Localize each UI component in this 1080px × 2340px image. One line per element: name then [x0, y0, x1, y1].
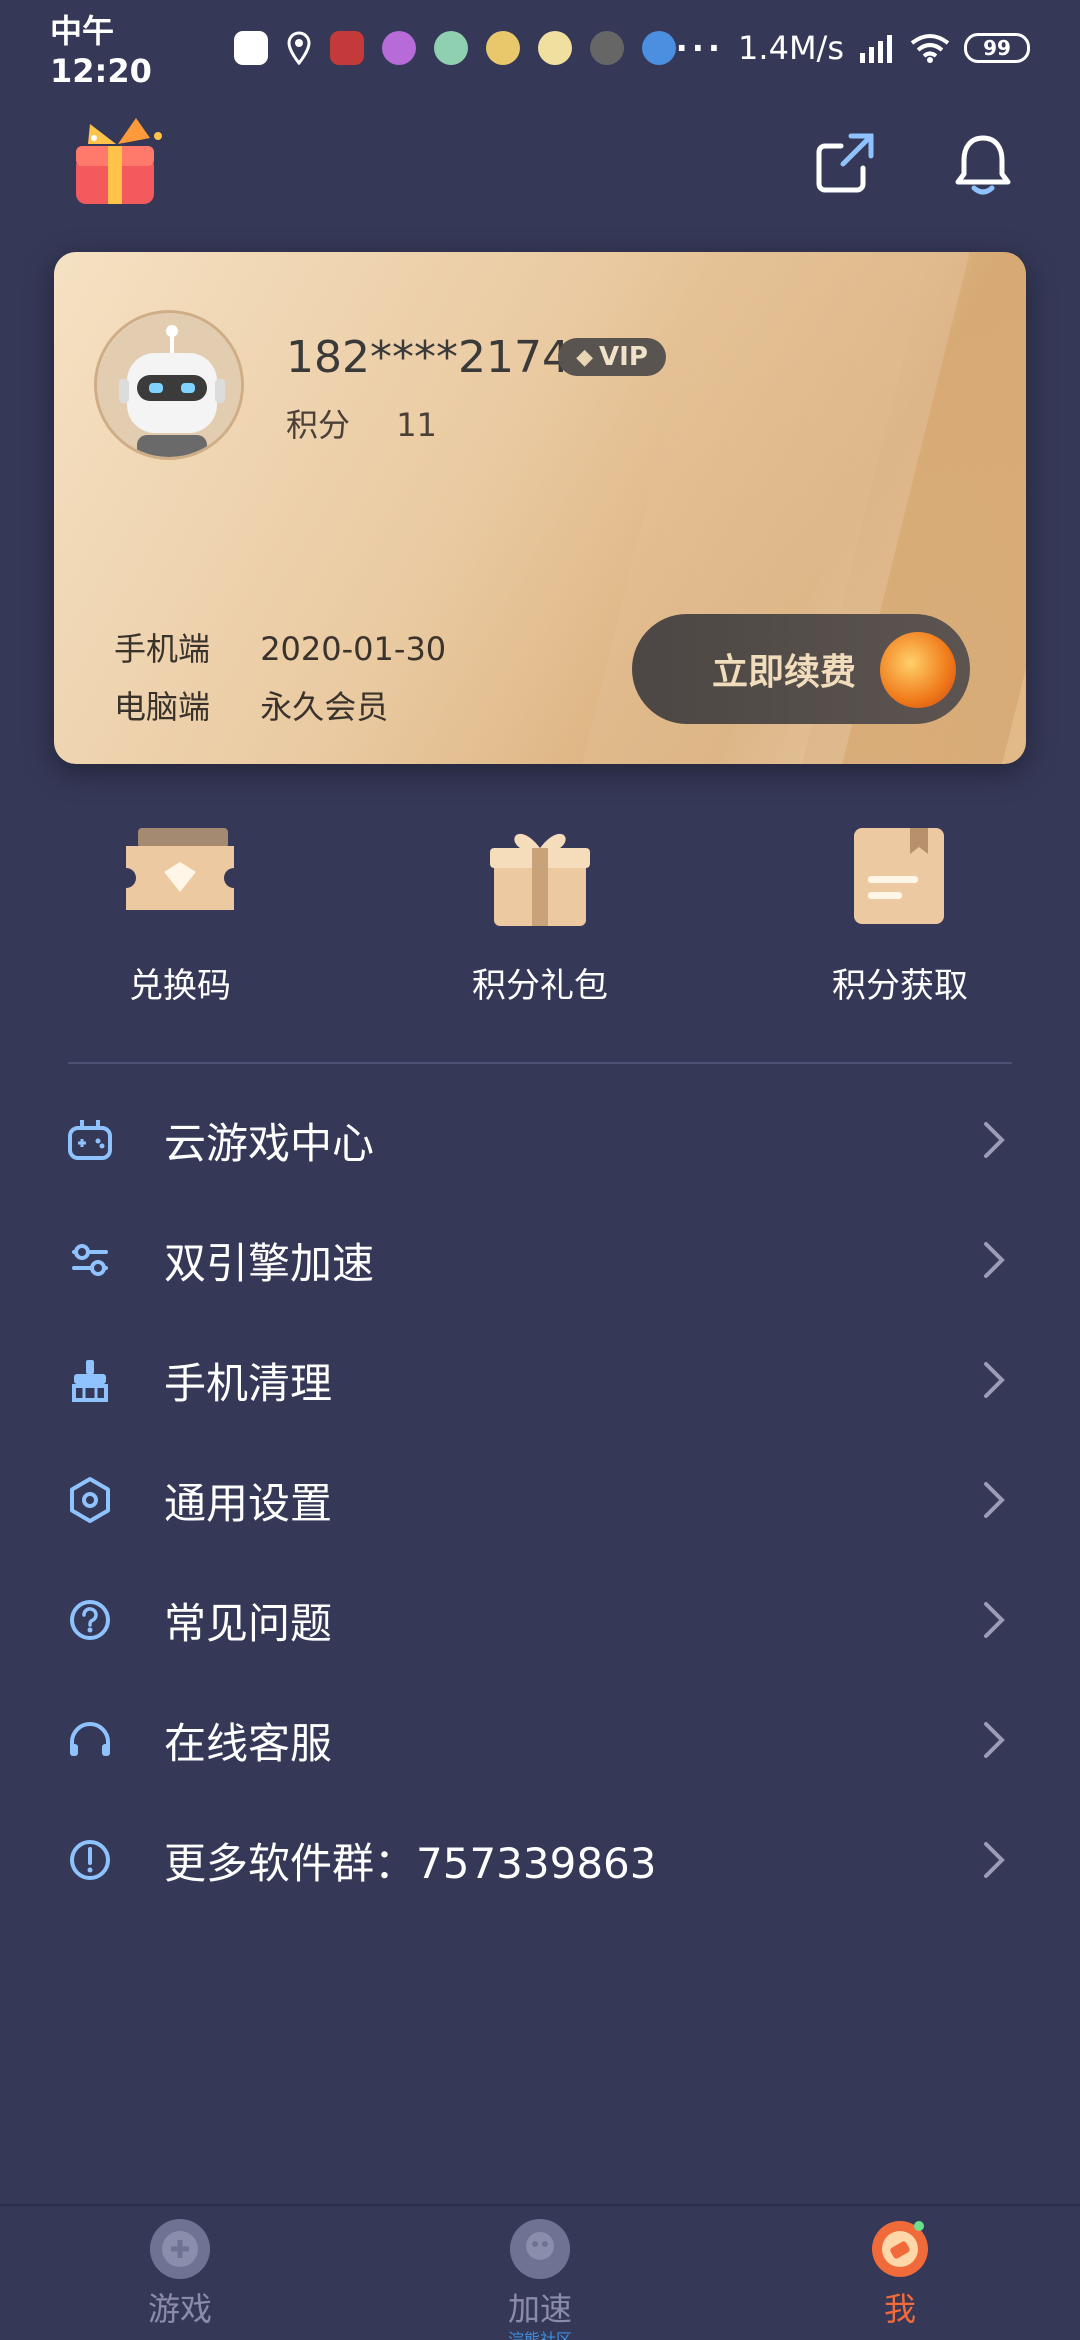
me-icon [867, 2216, 933, 2282]
renew-button[interactable]: 立即续费 [632, 614, 970, 724]
mobile-label: 手机端 [114, 630, 211, 668]
nav-tab-me[interactable]: 我 [800, 2206, 1000, 2340]
points-gift-label: 积分礼包 [472, 966, 608, 1006]
menu-item-phone-cleanup[interactable]: 手机清理 [0, 1320, 1080, 1440]
status-right: ··· 1.4M/s 99 [676, 29, 1030, 67]
mobile-membership-row: 手机端 2020-01-30 [114, 624, 446, 670]
app-notification-icon [537, 31, 572, 65]
nav-tab-accelerate[interactable]: 加速 浣熊社区 [440, 2206, 640, 2340]
menu-label: 双引擎加速 [164, 1238, 375, 1288]
more-notifications-icon: ··· [675, 29, 725, 67]
chevron-right-icon [980, 1118, 1008, 1162]
menu-label: 云游戏中心 [164, 1118, 375, 1168]
ticket-icon [120, 820, 240, 930]
app-notification-icon [485, 31, 520, 65]
nav-label: 加速 [507, 2290, 572, 2328]
renew-label: 立即续费 [712, 652, 857, 693]
chevron-right-icon [980, 1718, 1008, 1762]
vip-card: 182****2174 ◆ VIP 积分 11 手机端 2020-01-30 电… [54, 252, 1026, 764]
menu-label: 常见问题 [164, 1598, 333, 1648]
menu-label: 手机清理 [164, 1358, 333, 1408]
app-notification-icon [641, 31, 676, 65]
redeem-code-button[interactable]: 兑换码 [80, 820, 280, 1007]
games-icon [147, 2216, 213, 2282]
chevron-right-icon [980, 1358, 1008, 1402]
points-label: 积分 [286, 406, 351, 444]
info-icon [66, 1836, 114, 1884]
note-icon [840, 820, 960, 930]
points-value: 11 [396, 406, 437, 444]
points-gift-button[interactable]: 积分礼包 [440, 820, 640, 1007]
diamond-icon: ◆ [576, 344, 594, 370]
status-bar: 中午12:20 ··· 1.4M/s 99 [0, 0, 1080, 96]
app-notification-icon [433, 31, 468, 65]
pc-membership-row: 电脑端 永久会员 [114, 682, 388, 728]
settings-icon [66, 1476, 114, 1524]
bottom-nav: 游戏 加速 浣熊社区 我 [0, 2204, 1080, 2340]
nav-sublabel: 浣熊社区 [507, 2330, 572, 2340]
menu-label: 通用设置 [164, 1478, 333, 1528]
menu-item-general-settings[interactable]: 通用设置 [0, 1440, 1080, 1560]
menu-label: 更多软件群：757339863 [164, 1838, 657, 1888]
earn-points-button[interactable]: 积分获取 [800, 820, 1000, 1007]
earn-points-label: 积分获取 [832, 966, 968, 1006]
divider [68, 1062, 1012, 1064]
network-speed: 1.4M/s [738, 29, 844, 67]
wifi-icon [910, 33, 950, 63]
menu-label: 在线客服 [164, 1718, 333, 1768]
nav-label: 游戏 [147, 2290, 212, 2328]
notification-icons [233, 31, 676, 66]
mi-app-icon [233, 31, 268, 65]
app-notification-icon [329, 31, 364, 65]
chevron-right-icon [980, 1598, 1008, 1642]
phone-number: 182****2174 [286, 332, 570, 383]
pc-status: 永久会员 [260, 688, 389, 726]
accelerate-icon [507, 2216, 573, 2282]
settings-menu: 云游戏中心 双引擎加速 手机清理 通用设置 常见问题 在线客服 更多软件群：75… [0, 1080, 1080, 1920]
avatar[interactable] [94, 310, 244, 460]
app-notification-icon [381, 31, 416, 65]
sliders-icon [66, 1236, 114, 1284]
redeem-code-label: 兑换码 [129, 966, 231, 1006]
app-notification-icon [589, 31, 624, 65]
broom-icon [66, 1356, 114, 1404]
menu-item-software-group[interactable]: 更多软件群：757339863 [0, 1800, 1080, 1920]
menu-item-cloud-games[interactable]: 云游戏中心 [0, 1080, 1080, 1200]
points-row: 积分 11 [286, 400, 437, 446]
menu-item-faq[interactable]: 常见问题 [0, 1560, 1080, 1680]
bell-icon[interactable] [950, 132, 1016, 198]
lantern-icon [880, 632, 956, 708]
chevron-right-icon [980, 1478, 1008, 1522]
menu-item-online-support[interactable]: 在线客服 [0, 1680, 1080, 1800]
nav-tab-games[interactable]: 游戏 [80, 2206, 280, 2340]
headset-icon [66, 1716, 114, 1764]
menu-item-dual-engine[interactable]: 双引擎加速 [0, 1200, 1080, 1320]
location-icon [286, 31, 312, 66]
share-icon[interactable] [815, 132, 877, 194]
gamepad-icon [66, 1116, 114, 1164]
vip-badge: ◆ VIP [558, 338, 666, 376]
vip-label: VIP [599, 342, 648, 372]
pc-label: 电脑端 [114, 688, 211, 726]
gift-icon [480, 820, 600, 930]
mobile-expiry: 2020-01-30 [260, 630, 447, 668]
quick-actions: 兑换码 积分礼包 积分获取 [0, 820, 1080, 1020]
signal-icon [858, 33, 896, 63]
chevron-right-icon [980, 1838, 1008, 1882]
nav-label: 我 [883, 2290, 916, 2328]
chevron-right-icon [980, 1238, 1008, 1282]
question-icon [66, 1596, 114, 1644]
gift-logo-icon[interactable] [70, 116, 166, 212]
status-time: 中午12:20 [50, 12, 152, 90]
header [0, 110, 1080, 220]
battery-icon: 99 [964, 33, 1030, 63]
